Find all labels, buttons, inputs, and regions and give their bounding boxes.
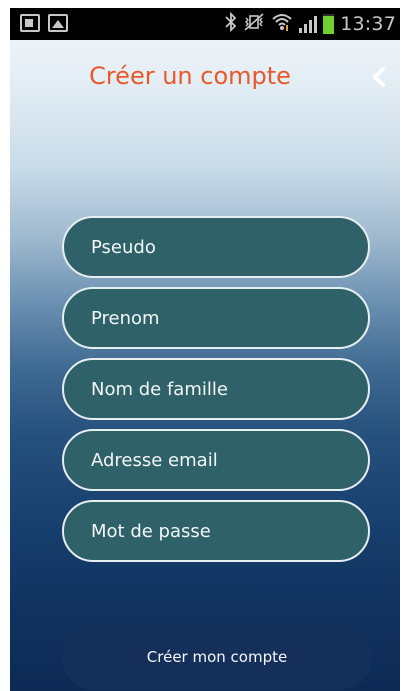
prenom-placeholder: Prenom: [91, 307, 160, 329]
vibrate-mute-icon: [243, 12, 265, 37]
image-notification-icon: [48, 14, 68, 32]
status-bar: 13:37: [10, 8, 400, 40]
password-field[interactable]: Mot de passe: [62, 500, 370, 562]
pseudo-field[interactable]: Pseudo: [62, 216, 370, 278]
create-account-button[interactable]: Créer mon compte: [62, 624, 372, 690]
status-left-icons: [20, 14, 68, 32]
outlook-notification-icon: [20, 14, 40, 32]
status-right-icons: 13:37: [225, 8, 396, 40]
create-account-label: Créer mon compte: [146, 648, 288, 666]
signal-icon: [299, 15, 318, 33]
page-title: Créer un compte: [89, 62, 291, 90]
chevron-left-icon: [373, 67, 385, 87]
battery-icon: [323, 14, 335, 34]
app-screen: 13:37 Créer un compte Pseudo Prenom Nom …: [10, 8, 400, 691]
status-time: 13:37: [340, 13, 396, 35]
bluetooth-icon: [225, 11, 237, 37]
nom-de-famille-field[interactable]: Nom de famille: [62, 358, 370, 420]
wifi-icon: [271, 12, 293, 37]
email-placeholder: Adresse email: [91, 449, 218, 471]
password-placeholder: Mot de passe: [91, 520, 211, 542]
nom-de-famille-placeholder: Nom de famille: [91, 378, 228, 400]
pseudo-placeholder: Pseudo: [91, 236, 156, 258]
prenom-field[interactable]: Prenom: [62, 287, 370, 349]
back-button[interactable]: [366, 64, 392, 90]
email-field[interactable]: Adresse email: [62, 429, 370, 491]
